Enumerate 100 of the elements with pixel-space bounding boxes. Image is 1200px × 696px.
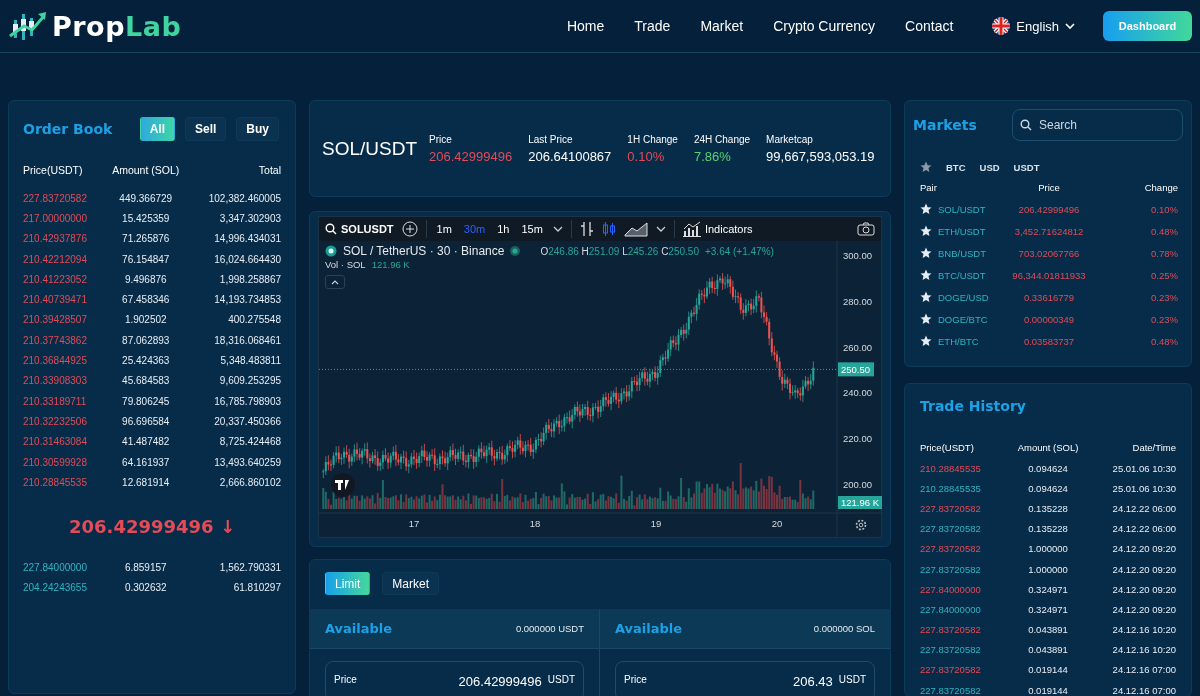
pair-name[interactable]: SOL/USDT [938, 203, 986, 215]
market-filter[interactable]: BTC [946, 161, 966, 173]
available-title: Available [615, 621, 683, 636]
star-icon[interactable] [920, 247, 932, 259]
tradingview-logo-icon[interactable] [331, 473, 355, 497]
total-cell-text: 1,562.790331 [218, 562, 281, 574]
balance-value: 0.000000 USDT [515, 623, 584, 634]
star-icon[interactable] [920, 335, 932, 347]
language-selector[interactable]: English [1016, 18, 1059, 34]
uk-flag-icon [992, 17, 1011, 35]
axis-label: 20 [771, 518, 783, 529]
total-cell-text: 16,785.798903 [213, 395, 281, 407]
time-cell-text: 24.12.20 09:20 [1111, 583, 1176, 595]
star-icon[interactable] [920, 203, 932, 215]
price-cell-text: 210.33908303 [23, 375, 88, 387]
pair-name[interactable]: ETH/USDT [938, 225, 986, 237]
chevron-up-icon [331, 279, 339, 285]
nav-link[interactable]: Market [685, 18, 759, 34]
market-filter[interactable]: USDT [1013, 161, 1040, 173]
candlestick-icon[interactable] [601, 221, 616, 237]
filter-tab[interactable]: Sell [184, 117, 227, 141]
indicators-icon [682, 221, 701, 237]
search-field[interactable]: Search [1012, 109, 1183, 141]
column-header: Amount (SOL) [111, 164, 181, 176]
change-cell-text: 0.23% [1150, 291, 1178, 303]
price-tag: 250.50 [838, 362, 874, 377]
price-cell-text: 210.28845535 [920, 482, 982, 494]
market-filter[interactable]: USD [979, 161, 1000, 173]
price-cell-text: 210.30599928 [23, 456, 88, 468]
price-cell-text: 227.83720582 [920, 684, 982, 696]
settings-icon[interactable] [855, 519, 867, 531]
pair-name[interactable]: ETH/BTC [938, 335, 979, 347]
add-icon[interactable] [401, 221, 418, 237]
amount-cell-text: 1.000000 [1027, 543, 1069, 555]
price-change: +3.64 (+1.47%) [704, 245, 774, 257]
price-cell-text: 227.83720582 [920, 563, 982, 575]
time-cell-text: 24.12.20 09:20 [1111, 563, 1176, 575]
amount-cell-text: 41.487482 [121, 436, 171, 448]
star-icon[interactable] [920, 313, 932, 325]
star-icon[interactable] [920, 225, 932, 237]
price-cell-text: 227.83720582 [920, 523, 982, 535]
total-cell-text: 3,347.302903 [218, 212, 281, 224]
pair-name[interactable]: DOGE/BTC [938, 313, 988, 325]
pair-name[interactable]: BTC/USDT [938, 269, 986, 281]
axis-label: 300.00 [843, 250, 873, 261]
volume-value: 121.96 K [371, 259, 410, 270]
total-cell-text: 61.810297 [232, 582, 281, 594]
price-cell-text: 0.33616779 [1022, 291, 1076, 303]
interval-tab[interactable]: 1h [495, 223, 512, 235]
amount-cell-text: 0.324971 [1027, 603, 1069, 615]
chevron-down-icon[interactable] [655, 225, 666, 233]
price-cell-text: 210.32232506 [23, 415, 88, 427]
stat-label: 24H Change [693, 133, 751, 145]
amount-cell-text: 25.424363 [121, 355, 171, 366]
interval-tab[interactable]: 15m [519, 223, 545, 235]
camera-icon[interactable] [857, 222, 875, 236]
collapse-button[interactable] [325, 275, 345, 289]
axis-label: 18 [529, 518, 541, 529]
nav-link[interactable]: Home [551, 18, 620, 34]
price-cell-text: 96,344.01811933 [1011, 269, 1087, 281]
chevron-down-icon[interactable] [552, 225, 563, 233]
last-price: 206.42999496 ↓ [68, 516, 236, 538]
nav-link[interactable]: Crypto Currency [758, 18, 891, 34]
panel-title: Trade History [920, 398, 1027, 414]
amount-cell-text: 0.094624 [1027, 482, 1069, 494]
axis-label: 280.00 [843, 295, 873, 307]
pair-name[interactable]: DOGE/USD [938, 291, 989, 303]
stat-label: Marketcap [766, 133, 814, 145]
amount-cell-text: 0.302632 [123, 582, 168, 594]
order-type-tab[interactable]: Market [382, 572, 440, 595]
star-icon[interactable] [920, 291, 932, 303]
stat-value: 7.86% [693, 148, 732, 164]
area-chart-icon[interactable] [623, 221, 648, 237]
interval-tab[interactable]: 30m [461, 223, 488, 235]
nav-link[interactable]: Contact [890, 18, 969, 34]
symbol-search[interactable]: SOLUSDT [325, 223, 394, 235]
price-cell-text: 227.84000000 [920, 583, 982, 595]
total-cell-text: 1,998.258867 [218, 273, 281, 285]
price-field[interactable]: Price 206.42999496 USDT [325, 661, 584, 696]
price-cell-text: 210.37743862 [23, 334, 88, 346]
interval-tab[interactable]: 1m [434, 223, 454, 235]
price-field[interactable]: Price 206.43 USDT [615, 661, 875, 696]
amount-cell-text: 76.154847 [121, 253, 171, 265]
filter-tab[interactable]: Buy [236, 117, 279, 141]
pair-name[interactable]: BNB/USDT [938, 247, 987, 259]
price-cell-text: 227.83720582 [920, 543, 982, 555]
amount-cell-text: 0.019144 [1027, 664, 1069, 676]
stat-value: 99,667,593,053.19 [766, 148, 875, 164]
bar-chart-style-icon[interactable] [579, 221, 594, 237]
time-cell-text: 25.01.06 10:30 [1111, 462, 1176, 474]
star-icon[interactable] [920, 269, 932, 281]
column-header: Date/Time [1131, 441, 1176, 453]
indicators-button[interactable]: Indicators [682, 221, 753, 237]
star-icon[interactable] [920, 161, 932, 173]
price-cell-text: 227.84000000 [920, 603, 982, 615]
stat-label: Price [429, 133, 453, 145]
column-header: Amount (SOL) [1016, 441, 1080, 453]
panel-title: Order Book [23, 121, 113, 137]
amount-cell-text: 64.161937 [121, 456, 171, 468]
nav-link[interactable]: Trade [619, 18, 686, 34]
